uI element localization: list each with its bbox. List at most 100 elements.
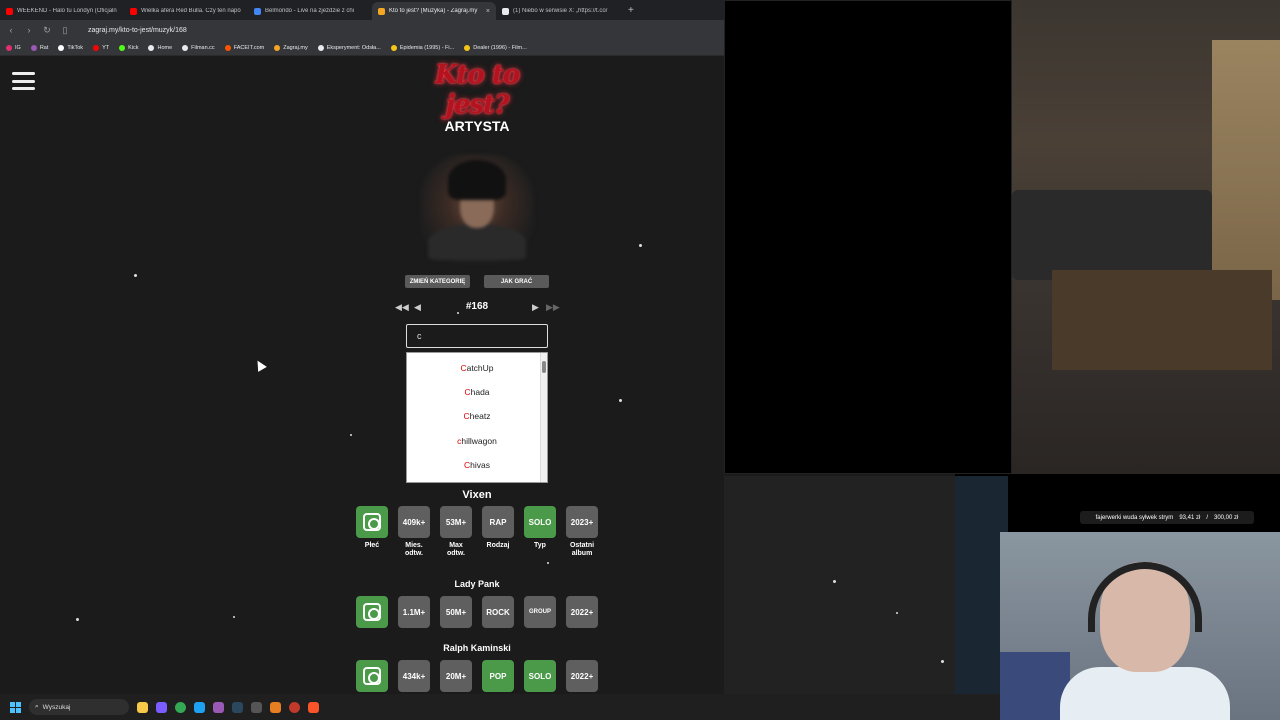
- male-icon: [363, 667, 381, 685]
- chrome-icon[interactable]: [175, 701, 186, 713]
- bookmark-item[interactable]: Eksperyment: Odsła...: [317, 44, 381, 51]
- steam-icon[interactable]: [232, 701, 243, 713]
- next-puzzle-icon[interactable]: ▶: [532, 302, 539, 313]
- app-icon[interactable]: [213, 701, 224, 713]
- suggestion-label: heatz: [469, 411, 491, 422]
- donation-separator: /: [1206, 514, 1208, 521]
- taskbar-search[interactable]: ⌕ Wyszukaj: [29, 699, 129, 715]
- browser-tab-active[interactable]: Kto to jest? (Muzyka) - Zagraj.my ×: [372, 2, 496, 20]
- suggestion-label: atchUp: [466, 363, 494, 374]
- bookmark-item[interactable]: Kick: [119, 44, 138, 51]
- male-icon: [363, 513, 381, 531]
- bookmark-icon: [182, 44, 189, 51]
- bookmark-item[interactable]: Zagraj.my: [274, 44, 308, 51]
- reload-icon[interactable]: ↻: [42, 25, 52, 36]
- app-icon[interactable]: [156, 701, 167, 713]
- bookmark-label: FACEIT.com: [233, 44, 265, 51]
- donation-current: 93,41 zł: [1179, 514, 1201, 521]
- back-icon[interactable]: ‹: [6, 25, 16, 35]
- streamer-camera: [1000, 532, 1280, 720]
- bookmark-item[interactable]: Epidemia (1995) - Fi...: [390, 44, 455, 51]
- last-puzzle-icon[interactable]: ▶▶: [546, 302, 560, 313]
- change-category-button[interactable]: ZMIEŃ KATEGORIĘ: [405, 275, 470, 288]
- windows-start-icon[interactable]: [10, 701, 21, 713]
- bookmark-item[interactable]: Dealer (1996) - Film...: [464, 44, 527, 51]
- previous-puzzle-icon[interactable]: ◀: [414, 302, 421, 313]
- bookmark-item[interactable]: IG: [6, 44, 21, 51]
- suggestion-item[interactable]: Chada: [407, 380, 547, 404]
- bookmark-item[interactable]: FACEIT.com: [224, 44, 265, 51]
- app-icon[interactable]: [251, 701, 262, 713]
- attribute-tile: ROCK: [482, 596, 514, 628]
- gender-tile: [356, 506, 388, 538]
- app-icon[interactable]: [289, 701, 300, 713]
- tab-title: Wielka afera Red Bulla. Czy ten napó: [141, 8, 241, 14]
- attribute-tile: POP: [482, 660, 514, 692]
- donation-goal: fajerwerki wuda sylwek strym 93,41 zł / …: [1080, 511, 1254, 524]
- site-logo[interactable]: Kto to jest?: [402, 60, 552, 120]
- bookmark-label: TikTok: [67, 44, 84, 51]
- attribute-tile: 2022+: [566, 596, 598, 628]
- bookmark-item[interactable]: TikTok: [58, 44, 84, 51]
- browser-tab[interactable]: WEEKEND - Halo tu Londyn (Oficjaln: [0, 2, 124, 20]
- bookmark-label: Epidemia (1995) - Fi...: [399, 44, 455, 51]
- gender-tile: [356, 660, 388, 692]
- x-icon: [502, 7, 509, 15]
- brave-icon[interactable]: [308, 701, 319, 713]
- attribute-tile: GROUP: [524, 596, 556, 628]
- gender-tile: [356, 596, 388, 628]
- first-puzzle-icon[interactable]: ◀◀: [395, 302, 409, 313]
- forward-icon[interactable]: ›: [24, 25, 34, 35]
- attribute-tile: RAP: [482, 506, 514, 538]
- how-to-play-button[interactable]: JAK GRAĆ: [484, 275, 549, 288]
- menu-icon[interactable]: [12, 72, 35, 90]
- browser-tab[interactable]: Belmondo - Live na zjeździe z chi: [248, 2, 372, 20]
- attribute-tile: 2022+: [566, 660, 598, 692]
- suggestions-dropdown: CatchUp Chada Cheatz c hillwagon Chivas: [406, 352, 548, 483]
- attribute-label: Typ: [534, 542, 546, 549]
- attribute-label: Mies. odtw.: [404, 542, 423, 557]
- suggestion-item[interactable]: Cheatz: [407, 404, 547, 428]
- guess-artist-name: Ralph Kaminski: [443, 643, 511, 653]
- tab-title: Belmondo - Live na zjeździe z chi: [265, 8, 355, 14]
- attribute-tile: 53M+: [440, 506, 472, 538]
- file-explorer-icon[interactable]: [137, 701, 148, 713]
- suggestion-label: hillwagon: [461, 435, 497, 446]
- star-dot: [896, 612, 898, 614]
- dropdown-scrollbar[interactable]: [540, 353, 547, 482]
- address-bar: ‹ › ↻ ▯ zagraj.my/kto-to-jest/muzyk/168: [0, 20, 724, 40]
- bookmark-item[interactable]: Rat: [30, 44, 48, 51]
- browser-tab[interactable]: Wielka afera Red Bulla. Czy ten napó: [124, 2, 248, 20]
- attribute-label: Max odtw.: [446, 542, 465, 557]
- bookmarks-bar: IG Rat TikTok YT Kick Home Filman.cc FACEIT.com…: [0, 40, 724, 56]
- attribute-tile: SOLO: [524, 660, 556, 692]
- url-field[interactable]: zagraj.my/kto-to-jest/muzyk/168: [88, 27, 187, 34]
- suggestion-label: hivas: [470, 459, 490, 470]
- bookmark-icon: [390, 44, 397, 51]
- browser-tab[interactable]: (1) Niebo w serwisie X: „https://t.co/: [496, 2, 620, 20]
- bookmark-icon: [119, 44, 126, 51]
- bookmark-item[interactable]: Filman.cc: [182, 44, 215, 51]
- suggestion-item[interactable]: CatchUp: [407, 356, 547, 380]
- attribute-label: Rodzaj: [486, 542, 510, 549]
- bookmark-label: Eksperyment: Odsła...: [326, 44, 381, 51]
- attribute-tile: 1.1M+: [398, 596, 430, 628]
- bookmark-item[interactable]: YT: [93, 44, 109, 51]
- bookmark-item[interactable]: Home: [148, 44, 172, 51]
- site-icon: [254, 7, 261, 15]
- bookmark-label: Filman.cc: [191, 44, 215, 51]
- app-icon[interactable]: [194, 701, 205, 713]
- guess-artist-name: Vixen: [462, 489, 492, 501]
- suggestion-item[interactable]: c hillwagon: [407, 429, 547, 453]
- suggestion-label: hada: [470, 387, 490, 398]
- obscured-region: [724, 476, 955, 694]
- attribute-tile: 434k+: [398, 660, 430, 692]
- close-icon[interactable]: ×: [486, 8, 490, 15]
- app-icon[interactable]: [270, 701, 281, 713]
- suggestion-item[interactable]: Chivas: [407, 453, 547, 477]
- bookmark-icon[interactable]: ▯: [60, 25, 70, 36]
- star-dot: [547, 562, 549, 564]
- artist-search-input[interactable]: [406, 324, 548, 348]
- new-tab-button[interactable]: +: [620, 5, 642, 16]
- star-dot: [134, 274, 137, 277]
